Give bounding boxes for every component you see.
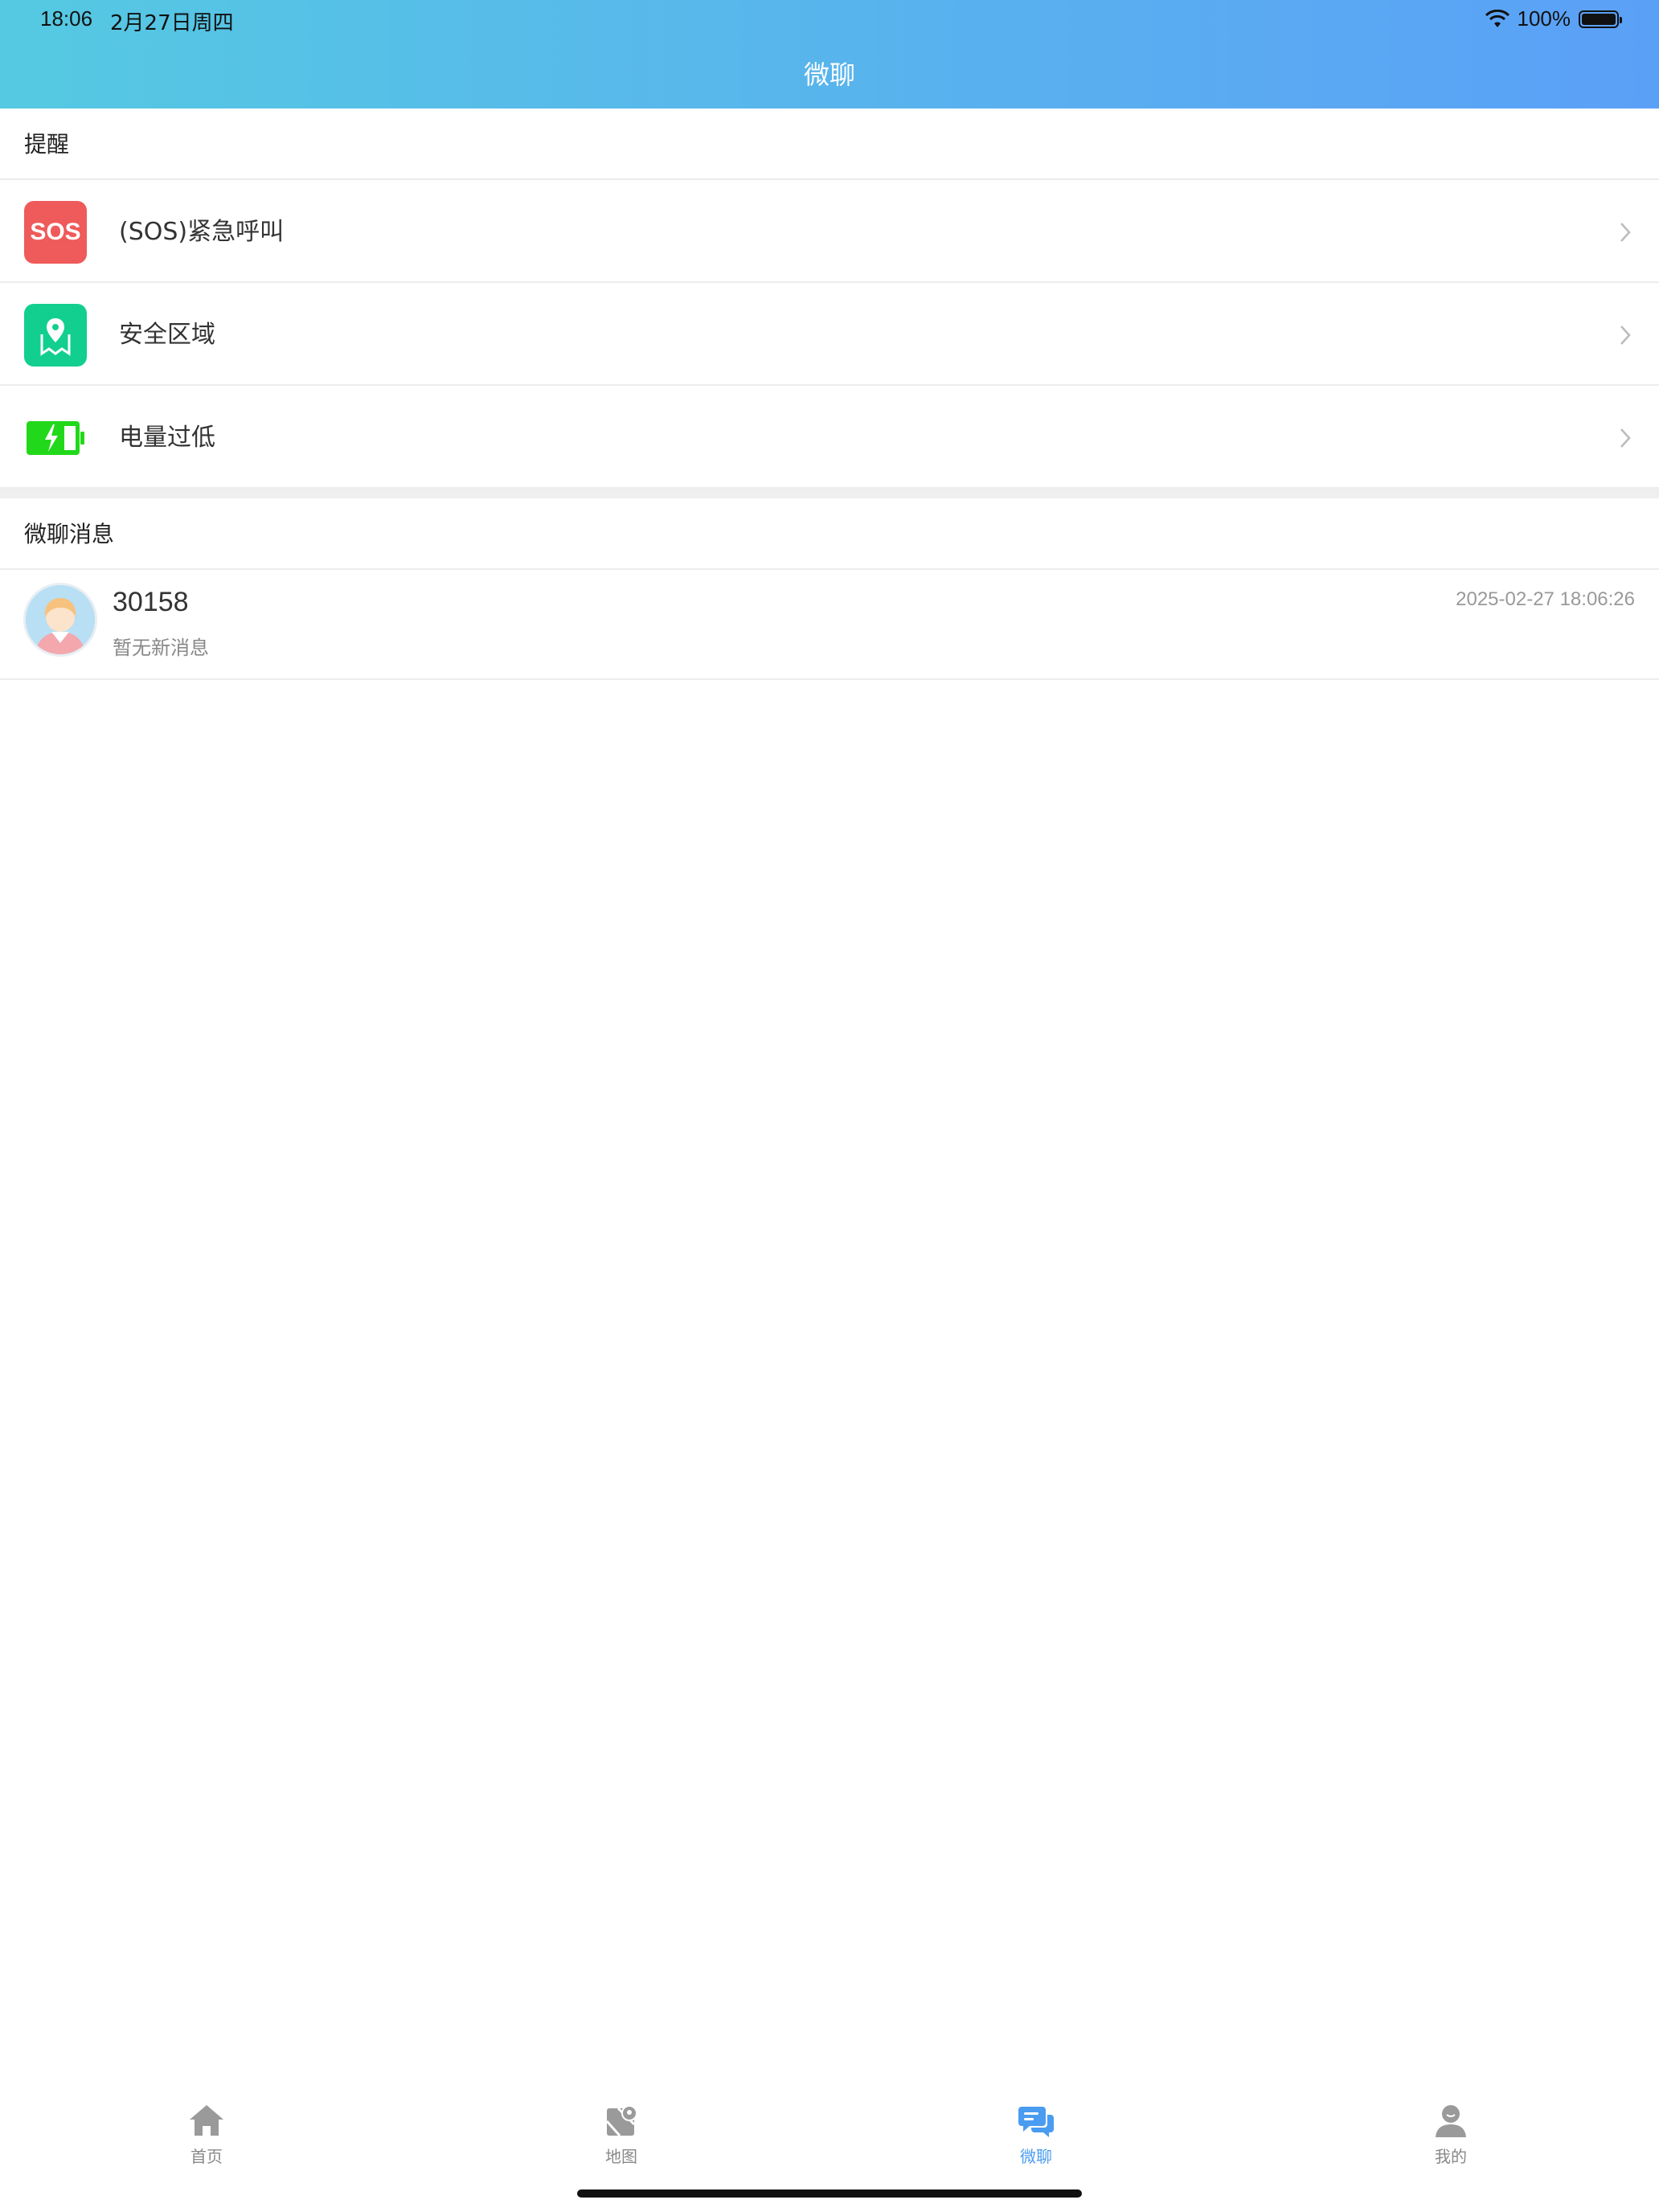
status-date: 2月27日周四 [110,11,234,35]
section-divider [0,489,1659,498]
reminder-label: (SOS)紧急呼叫 [119,218,285,246]
bottom-tab-bar: 首页 地图 微聊 我的 [0,2086,1659,2174]
header-bar: 18:06 2月27日周四 100% 微聊 [0,0,1659,109]
tab-label: 微聊 [1020,2147,1052,2166]
battery-percent: 100% [1517,6,1571,31]
chevron-right-icon [1620,223,1631,242]
reminder-row-sos[interactable]: SOS (SOS)紧急呼叫 [0,182,1659,283]
avatar [26,585,95,654]
low-battery-icon [24,407,87,469]
chevron-right-icon [1620,428,1631,448]
battery-icon [1579,10,1622,28]
sos-icon: SOS [24,201,87,264]
chat-preview: 暂无新消息 [113,637,209,659]
status-indicators: 100% [1485,6,1622,31]
tab-home[interactable]: 首页 [142,2086,271,2174]
chevron-right-icon [1620,326,1631,345]
tab-label: 我的 [1435,2147,1467,2166]
tab-map[interactable]: 地图 [557,2086,686,2174]
status-time: 18:06 [40,6,93,31]
tab-profile[interactable]: 我的 [1387,2086,1515,2174]
tab-label: 首页 [190,2147,223,2166]
chat-list-item[interactable]: 30158 暂无新消息 2025-02-27 18:06:26 [0,571,1659,680]
wifi-icon [1485,9,1509,27]
page-title: 微聊 [803,59,855,90]
map-icon [605,2105,637,2136]
reminder-label: 安全区域 [119,321,215,349]
reminder-row-low-battery[interactable]: 电量过低 [0,387,1659,489]
home-icon [190,2105,223,2136]
chat-contact-name: 30158 [113,587,189,617]
tab-chat[interactable]: 微聊 [972,2086,1100,2174]
profile-icon [1436,2105,1466,2137]
reminder-row-safe-zone[interactable]: 安全区域 [0,285,1659,386]
chat-icon [1018,2107,1054,2137]
chats-section-title: 微聊消息 [0,498,1659,570]
chat-timestamp: 2025-02-27 18:06:26 [1456,588,1635,610]
reminder-label: 电量过低 [119,424,215,452]
home-indicator[interactable] [577,2189,1082,2198]
reminders-section-title: 提醒 [0,109,1659,180]
tab-label: 地图 [605,2147,637,2166]
app-screen: 18:06 2月27日周四 100% 微聊 提醒 SOS (SOS)紧急呼叫 安… [0,0,1659,2212]
map-pin-icon [24,304,87,367]
